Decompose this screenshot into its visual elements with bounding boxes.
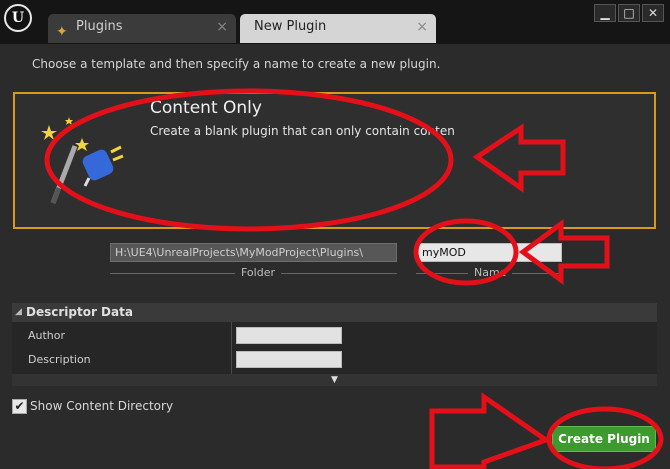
template-description: Create a blank plugin that can only cont… bbox=[150, 124, 455, 138]
create-plugin-button[interactable]: Create Plugin bbox=[552, 426, 656, 452]
tab-plugins-label: Plugins bbox=[76, 19, 123, 34]
author-input[interactable] bbox=[236, 327, 342, 344]
descriptor-row-author: Author bbox=[12, 325, 657, 347]
folder-path-field[interactable]: H:\UE4\UnrealProjects\MyModProject\Plugi… bbox=[110, 243, 397, 262]
close-tab-icon[interactable]: × bbox=[216, 14, 228, 40]
author-label: Author bbox=[28, 329, 66, 342]
collapse-arrow-icon[interactable]: ◢ bbox=[15, 303, 22, 322]
new-plugin-panel: Choose a template and then specify a nam… bbox=[0, 44, 670, 469]
show-content-directory-checkbox[interactable]: ✔ bbox=[12, 399, 27, 414]
template-title: Content Only bbox=[150, 98, 262, 118]
magic-wand-plug-icon bbox=[41, 117, 124, 204]
tab-new-plugin[interactable]: New Plugin × bbox=[240, 14, 436, 43]
descriptor-row-description: Description bbox=[12, 349, 657, 371]
show-content-directory-label: Show Content Directory bbox=[30, 399, 174, 413]
close-window-button[interactable]: ✕ bbox=[642, 4, 664, 22]
name-label: Name bbox=[468, 266, 513, 279]
unreal-logo-icon: U bbox=[4, 4, 32, 32]
description-label: Description bbox=[28, 353, 91, 366]
folder-label: Folder bbox=[235, 266, 281, 279]
window-controls: ▁ □ ✕ bbox=[594, 4, 664, 22]
close-tab-icon[interactable]: × bbox=[416, 14, 428, 40]
maximize-button[interactable]: □ bbox=[618, 4, 640, 22]
plugin-name-input[interactable]: myMOD bbox=[416, 243, 562, 262]
descriptor-data-header[interactable]: ◢ Descriptor Data bbox=[12, 303, 657, 322]
template-content-only[interactable]: Content Only Create a blank plugin that … bbox=[13, 92, 656, 229]
intro-text: Choose a template and then specify a nam… bbox=[32, 57, 441, 71]
plug-icon: ✦ bbox=[56, 24, 68, 40]
expand-advanced-icon[interactable]: ▼ bbox=[12, 374, 657, 386]
minimize-button[interactable]: ▁ bbox=[594, 4, 616, 22]
tab-plugins[interactable]: ✦ Plugins × bbox=[48, 14, 236, 43]
descriptor-header-label: Descriptor Data bbox=[26, 305, 133, 319]
description-input[interactable] bbox=[236, 351, 342, 368]
title-bar: U ✦ Plugins × New Plugin × ▁ □ ✕ bbox=[0, 0, 670, 44]
descriptor-data-table: Author Description bbox=[12, 322, 657, 374]
tab-new-plugin-label: New Plugin bbox=[254, 19, 327, 34]
